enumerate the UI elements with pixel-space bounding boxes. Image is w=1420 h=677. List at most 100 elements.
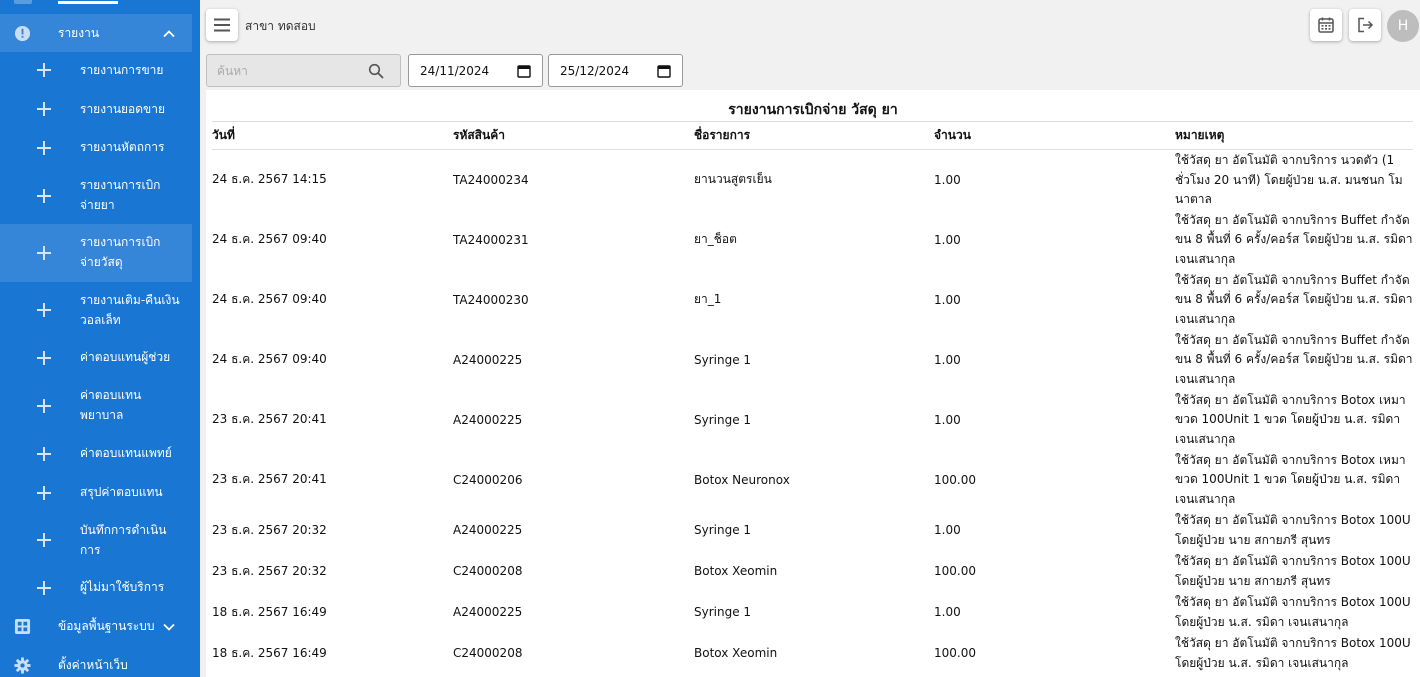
search-field[interactable] bbox=[206, 54, 401, 87]
cell-quantity: 1.00 bbox=[934, 232, 961, 247]
grid-icon bbox=[14, 618, 31, 635]
sidebar-item-label: รายงานเติม-คืนเงินวอลเล็ท bbox=[80, 293, 180, 327]
cell-product-code: C24000208 bbox=[453, 564, 523, 578]
cell-item-name: Botox Neuronox bbox=[694, 472, 790, 487]
table-row: 23 ธ.ค. 2567 20:32 A24000225 Syringe 1 1… bbox=[212, 510, 1413, 551]
cell-product-code: TA24000234 bbox=[453, 172, 529, 187]
table-row: 24 ธ.ค. 2567 09:40 A24000225 Syringe 1 1… bbox=[212, 330, 1413, 390]
date-from-input[interactable]: 24/11/2024 bbox=[408, 54, 543, 87]
sidebar-group-reports-label: รายงาน bbox=[58, 26, 100, 40]
cell-note: ใช้วัสดุ ยา อัตโนมัติ จากบริการ Botox 10… bbox=[1175, 595, 1411, 629]
cell-date: 24 ธ.ค. 2567 09:40 bbox=[212, 292, 327, 306]
sidebar-item-partial-label bbox=[58, 0, 118, 4]
sidebar-item-nurse-compensation[interactable]: ค่าตอบแทนพยาบาล bbox=[0, 378, 192, 435]
cell-note: ใช้วัสดุ ยา อัตโนมัติ จากบริการ Buffet ก… bbox=[1175, 212, 1413, 266]
sidebar-item-doctor-compensation[interactable]: ค่าตอบแทนแพทย์ bbox=[0, 435, 192, 474]
plus-icon bbox=[36, 532, 52, 548]
sidebar: รายงาน รายงานการขาย รายงานยอดขาย รายงานห… bbox=[0, 0, 200, 677]
cell-date: 23 ธ.ค. 2567 20:32 bbox=[212, 522, 327, 537]
cell-quantity: 1.00 bbox=[934, 292, 961, 307]
sidebar-item-label: รายงานการเบิกจ่ายวัสดุ bbox=[80, 235, 161, 269]
sidebar-item-label: รายงานหัตถการ bbox=[80, 140, 165, 154]
plus-icon bbox=[36, 302, 52, 318]
plus-icon bbox=[36, 101, 52, 117]
table-header-row: วันที่ รหัสสินค้า ชื่อรายการ จำนวน หมายเ… bbox=[212, 121, 1413, 150]
cell-quantity: 1.00 bbox=[934, 412, 961, 427]
sidebar-item-label: รายงานการขาย bbox=[80, 63, 164, 77]
cell-quantity: 100.00 bbox=[934, 646, 976, 660]
column-header-note: หมายเหตุ bbox=[1175, 121, 1413, 150]
hamburger-menu-button[interactable] bbox=[206, 9, 238, 41]
sidebar-item-partial[interactable] bbox=[0, 0, 200, 12]
sidebar-item-label: รายงานยอดขาย bbox=[80, 102, 166, 116]
sidebar-item-no-show[interactable]: ผู้ไม่มาใช้บริการ bbox=[0, 569, 192, 607]
table-row: 24 ธ.ค. 2567 14:15 TA24000234 ยานวนสูตรเ… bbox=[212, 150, 1413, 210]
sidebar-item-wallet-report[interactable]: รายงานเติม-คืนเงินวอลเล็ท bbox=[0, 282, 192, 339]
cell-date: 24 ธ.ค. 2567 14:15 bbox=[212, 172, 327, 187]
cell-note: ใช้วัสดุ ยา อัตโนมัติ จากบริการ Botox เห… bbox=[1175, 452, 1406, 506]
plus-icon bbox=[36, 580, 52, 596]
cell-note: ใช้วัสดุ ยา อัตโนมัติ จากบริการ Botox 10… bbox=[1175, 636, 1411, 670]
date-from-value: 24/11/2024 bbox=[420, 64, 490, 78]
search-icon[interactable] bbox=[368, 63, 384, 79]
plus-icon bbox=[36, 485, 52, 501]
calendar-button[interactable] bbox=[1310, 9, 1342, 41]
cell-product-code: C24000208 bbox=[453, 646, 523, 660]
column-header-item-name: ชื่อรายการ bbox=[694, 121, 934, 150]
cell-item-name: Syringe 1 bbox=[694, 352, 752, 367]
logout-icon bbox=[1358, 17, 1374, 33]
cell-note: ใช้วัสดุ ยา อัตโนมัติ จากบริการ Botox เห… bbox=[1175, 392, 1406, 446]
column-header-product-code: รหัสสินค้า bbox=[453, 121, 694, 150]
cell-quantity: 1.00 bbox=[934, 352, 961, 367]
sidebar-group-reports[interactable]: รายงาน bbox=[0, 14, 192, 52]
report-panel: รายงานการเบิกจ่าย วัสดุ ยา วันที่ รหัสสิ… bbox=[206, 90, 1420, 677]
sidebar-item-label: ค่าตอบแทนพยาบาล bbox=[80, 388, 142, 422]
dashboard-icon bbox=[14, 0, 32, 4]
calendar-icon[interactable] bbox=[517, 64, 531, 78]
sidebar-item-label: ผู้ไม่มาใช้บริการ bbox=[80, 580, 165, 594]
cell-date: 18 ธ.ค. 2567 16:49 bbox=[212, 645, 327, 660]
cell-note: ใช้วัสดุ ยา อัตโนมัติ จากบริการ นวดตัว (… bbox=[1175, 153, 1403, 206]
sidebar-item-label: ค่าตอบแทนผู้ช่วย bbox=[80, 350, 171, 364]
cell-item-name: Syringe 1 bbox=[694, 523, 752, 537]
cell-product-code: A24000225 bbox=[453, 352, 523, 367]
gear-icon bbox=[14, 657, 31, 674]
calendar-icon bbox=[1318, 17, 1334, 33]
avatar[interactable]: H bbox=[1387, 10, 1419, 42]
table-row: 24 ธ.ค. 2567 09:40 TA24000230 ยา_1 1.00 … bbox=[212, 270, 1413, 330]
calendar-icon[interactable] bbox=[657, 64, 671, 78]
cell-item-name: ยา_1 bbox=[694, 292, 722, 306]
table-row: 23 ธ.ค. 2567 20:32 C24000208 Botox Xeomi… bbox=[212, 551, 1413, 592]
sidebar-item-sales-report[interactable]: รายงานการขาย bbox=[0, 51, 192, 90]
cell-item-name: Botox Xeomin bbox=[694, 646, 778, 660]
chevron-up-icon[interactable] bbox=[161, 26, 177, 42]
cell-quantity: 1.00 bbox=[934, 605, 961, 619]
table-row: 18 ธ.ค. 2567 16:49 A24000225 Syringe 1 1… bbox=[212, 592, 1413, 633]
cell-product-code: A24000225 bbox=[453, 605, 523, 619]
cell-date: 18 ธ.ค. 2567 16:49 bbox=[212, 604, 327, 619]
sidebar-item-procedure-report[interactable]: รายงานหัตถการ bbox=[0, 129, 192, 168]
sidebar-item-sales-total-report[interactable]: รายงานยอดขาย bbox=[0, 90, 192, 129]
sidebar-item-activity-log[interactable]: บันทึกการดำเนินการ bbox=[0, 512, 192, 569]
logout-button[interactable] bbox=[1349, 9, 1381, 41]
plus-icon bbox=[36, 62, 52, 78]
report-title: รายงานการเบิกจ่าย วัสดุ ยา bbox=[728, 102, 898, 118]
sidebar-item-compensation-summary[interactable]: สรุปค่าตอบแทน bbox=[0, 474, 192, 512]
sidebar-group-master-data[interactable]: ข้อมูลพื้นฐานระบบ bbox=[0, 607, 192, 645]
sidebar-group-web-settings[interactable]: ตั้งค่าหน้าเว็บ bbox=[0, 646, 192, 677]
date-to-input[interactable]: 25/12/2024 bbox=[548, 54, 683, 87]
search-input[interactable] bbox=[207, 55, 357, 86]
cell-product-code: A24000225 bbox=[453, 412, 523, 427]
cell-note: ใช้วัสดุ ยา อัตโนมัติ จากบริการ Buffet ก… bbox=[1175, 272, 1413, 326]
sidebar-item-drug-dispense-report[interactable]: รายงานการเบิกจ่ายยา bbox=[0, 168, 192, 224]
sidebar-item-material-dispense-report[interactable]: รายงานการเบิกจ่ายวัสดุ bbox=[0, 224, 192, 282]
cell-item-name: Syringe 1 bbox=[694, 605, 752, 619]
branch-name: สาขา ทดสอบ bbox=[245, 19, 316, 33]
sidebar-item-label: รายงานการเบิกจ่ายยา bbox=[80, 178, 161, 212]
sidebar-item-assistant-compensation[interactable]: ค่าตอบแทนผู้ช่วย bbox=[0, 339, 192, 378]
hamburger-icon bbox=[214, 18, 230, 32]
chevron-down-icon[interactable] bbox=[161, 619, 177, 635]
sidebar-item-label: สรุปค่าตอบแทน bbox=[80, 485, 163, 499]
cell-quantity: 1.00 bbox=[934, 172, 961, 187]
table-row: 24 ธ.ค. 2567 09:40 TA24000231 ยา_ช็อต 1.… bbox=[212, 210, 1413, 270]
